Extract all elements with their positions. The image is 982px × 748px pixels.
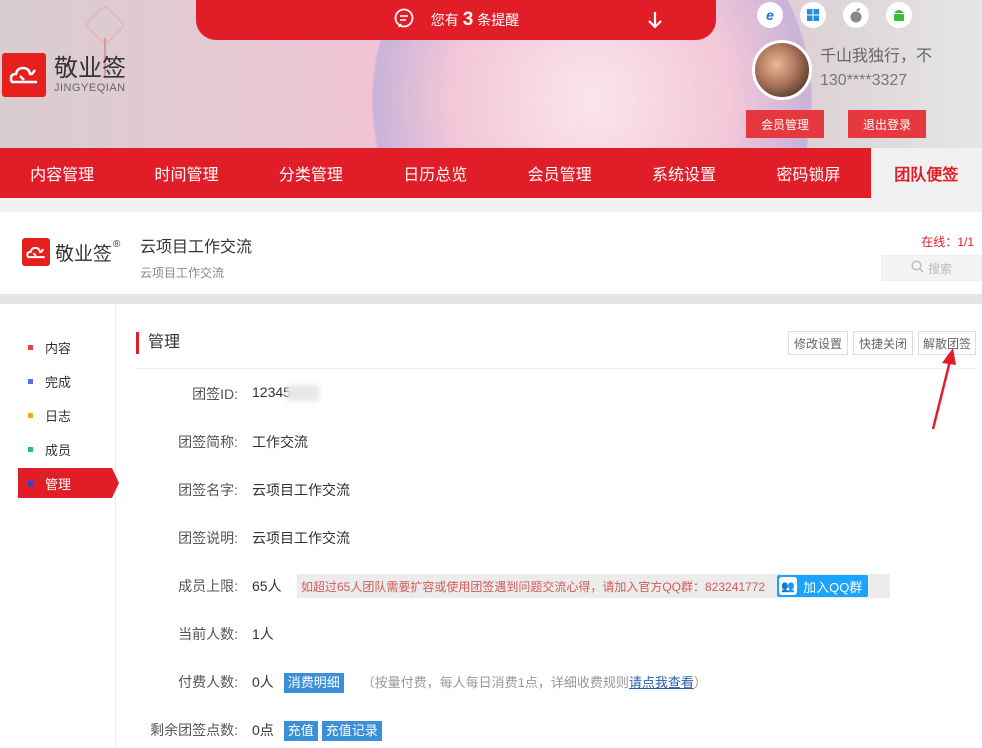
billing-note-prefix: （按量付费，每人每日消费1点，详细收费规则 <box>361 675 629 690</box>
sidebar-item-content[interactable]: 内容 <box>18 332 112 362</box>
member-limit-value: 65人 <box>252 578 282 594</box>
consumption-detail-button[interactable]: 消费明细 <box>283 673 344 694</box>
reminder-suffix: 条提醒 <box>477 12 520 28</box>
reminder-count: 3 <box>462 9 474 30</box>
member-manage-button[interactable]: 会员管理 <box>746 110 824 138</box>
bullet-icon <box>28 480 33 486</box>
bullet-icon <box>28 446 33 452</box>
paid-members-row: 0人 消费明细 （按量付费，每人每日消费1点，详细收费规则请点我查看） <box>252 672 707 694</box>
section-divider <box>0 198 982 212</box>
team-header: 敬业签® 云项目工作交流 云项目工作交流 在线：1/1 搜索 <box>0 212 982 294</box>
team-name-value: 云项目工作交流 <box>252 482 350 498</box>
online-count: 1/1 <box>957 235 974 249</box>
sidebar-item-label: 管理 <box>45 476 72 492</box>
nav-calendar-overview[interactable]: 日历总览 <box>373 148 497 198</box>
online-label: 在线： <box>921 235 958 249</box>
current-members-label: 当前人数: <box>178 626 238 642</box>
team-sidebar: 内容 完成 日志 成员 管理 <box>0 304 119 748</box>
nav-system-settings[interactable]: 系统设置 <box>622 148 746 198</box>
team-logo: 敬业签® <box>22 238 120 266</box>
sidebar-item-label: 日志 <box>45 408 72 424</box>
platform-download-links: e <box>757 2 912 28</box>
edit-settings-button[interactable]: 修改设置 <box>788 331 848 355</box>
sidebar-item-label: 成员 <box>45 442 72 458</box>
reminder-bar[interactable]: 您有 3 条提醒 <box>196 0 716 40</box>
remaining-points-value: 0点 <box>252 722 274 738</box>
nav-category-manage[interactable]: 分类管理 <box>249 148 373 198</box>
page-title: 管理 <box>136 332 180 354</box>
nav-member-manage[interactable]: 会员管理 <box>497 148 621 198</box>
expansion-notice-text: 如超过65人团队需要扩容或使用团签遇到问题交流心得，请加入官方QQ群：82324… <box>301 579 766 594</box>
remaining-points-label: 剩余团签点数: <box>150 722 238 738</box>
cloud-logo-icon <box>22 238 50 266</box>
logout-button[interactable]: 退出登录 <box>848 110 926 138</box>
username: 千山我独行，不 <box>820 48 933 65</box>
sidebar-item-label: 完成 <box>45 374 72 390</box>
registered-mark: ® <box>113 238 121 250</box>
quick-close-button[interactable]: 快捷关闭 <box>853 331 913 355</box>
recharge-records-button[interactable]: 充值记录 <box>321 721 382 742</box>
apple-icon[interactable] <box>843 2 869 28</box>
team-id-value: 12345 <box>252 384 319 402</box>
nav-password-lock[interactable]: 密码锁屏 <box>746 148 870 198</box>
search-icon <box>911 260 924 276</box>
windows-icon[interactable] <box>800 2 826 28</box>
online-status: 在线：1/1 <box>921 233 974 250</box>
sidebar-item-label: 内容 <box>45 340 72 356</box>
team-desc-label: 团签说明: <box>178 530 238 546</box>
current-members-value: 1人 <box>252 626 274 642</box>
section-divider <box>0 294 982 304</box>
cloud-logo-icon <box>2 53 46 97</box>
paid-members-value: 0人 <box>252 674 274 690</box>
sidebar-item-log[interactable]: 日志 <box>18 400 112 430</box>
member-limit-label: 成员上限: <box>178 578 238 594</box>
user-phone: 130****3327 <box>820 72 908 89</box>
paid-members-label: 付费人数: <box>178 674 238 690</box>
team-name-label: 团签名字: <box>178 482 238 498</box>
reminder-prefix: 您有 <box>430 12 459 28</box>
team-desc-value: 云项目工作交流 <box>252 530 350 546</box>
expansion-notice: 如超过65人团队需要扩容或使用团签遇到问题交流心得，请加入官方QQ群：82324… <box>297 574 890 598</box>
search-box[interactable]: 搜索 <box>881 255 982 281</box>
team-short-name-value: 工作交流 <box>252 434 308 450</box>
nav-time-manage[interactable]: 时间管理 <box>124 148 248 198</box>
team-id-label: 团签ID: <box>192 386 238 402</box>
team-subtitle: 云项目工作交流 <box>140 266 225 280</box>
title-divider <box>136 368 976 369</box>
team-short-name-label: 团签简称: <box>178 434 238 450</box>
sidebar-item-done[interactable]: 完成 <box>18 366 112 396</box>
top-banner: 敬业签 JINGYEQIAN 您有 3 条提醒 e 千山我独行，不 130***… <box>0 0 982 148</box>
sidebar-item-manage[interactable]: 管理 <box>18 468 119 498</box>
search-placeholder: 搜索 <box>927 261 952 276</box>
sidebar-item-members[interactable]: 成员 <box>18 434 112 464</box>
brand-logo[interactable]: 敬业签 JINGYEQIAN <box>2 53 126 97</box>
billing-note-suffix: ） <box>693 675 707 690</box>
user-avatar[interactable] <box>752 40 812 100</box>
main-nav: 内容管理 时间管理 分类管理 日历总览 会员管理 系统设置 密码锁屏 团队便签 <box>0 148 982 198</box>
team-id-text: 12345 <box>252 384 291 400</box>
team-logo-text: 敬业签 <box>55 243 113 265</box>
bullet-icon <box>28 344 33 350</box>
bullet-icon <box>28 378 33 384</box>
brand-name-cn: 敬业签 <box>54 55 126 82</box>
nav-team-notes[interactable]: 团队便签 <box>870 148 982 198</box>
annotation-arrow-icon <box>920 345 960 438</box>
join-qq-group-button[interactable]: 👥 加入QQ群 <box>777 575 869 597</box>
ie-icon[interactable]: e <box>757 2 783 28</box>
team-title: 云项目工作交流 <box>140 239 253 256</box>
arrow-down-icon[interactable] <box>646 10 664 33</box>
brand-name-en: JINGYEQIAN <box>54 82 126 94</box>
redacted-blur <box>286 385 319 402</box>
chat-bubble-icon <box>393 8 415 33</box>
android-icon[interactable] <box>886 2 912 28</box>
bullet-icon <box>28 412 33 418</box>
remaining-points-row: 0点 充值 充值记录 <box>252 720 386 742</box>
recharge-button[interactable]: 充值 <box>283 721 318 742</box>
join-qq-group-label: 加入QQ群 <box>803 579 863 595</box>
billing-rules-link[interactable]: 请点我查看 <box>629 675 694 690</box>
nav-content-manage[interactable]: 内容管理 <box>0 148 124 198</box>
qq-group-icon: 👥 <box>779 577 798 595</box>
